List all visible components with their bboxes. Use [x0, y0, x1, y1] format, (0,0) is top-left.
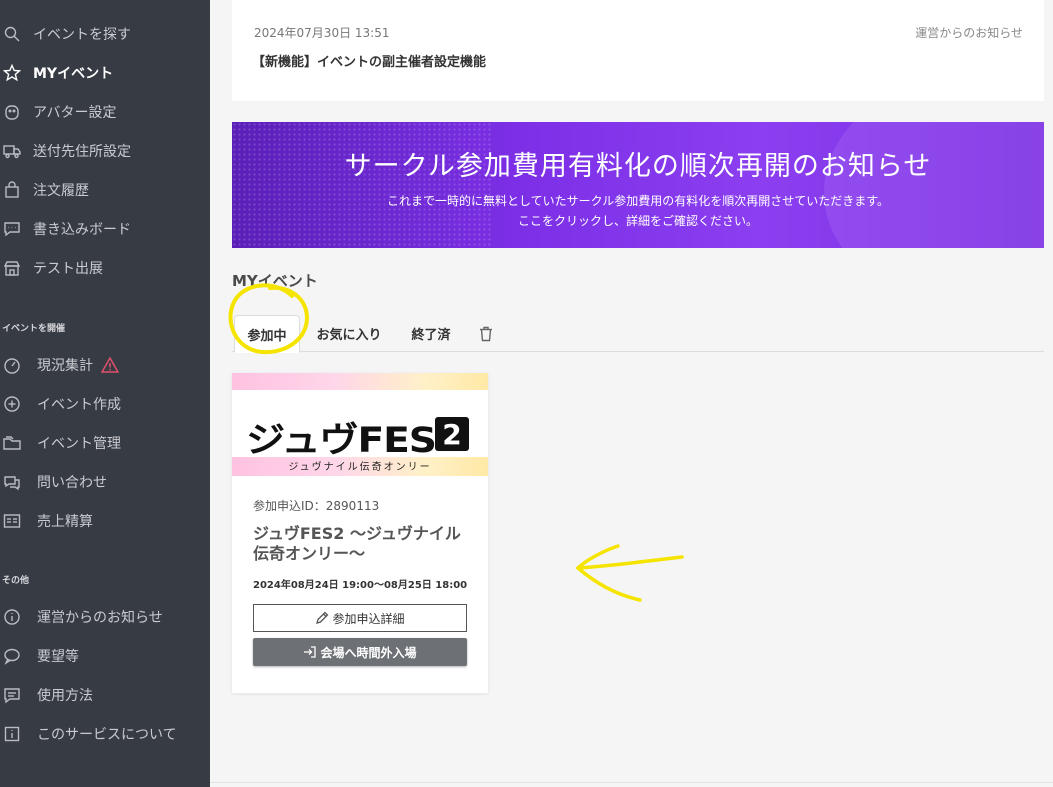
sidebar-item-label: 運営からのお知らせ: [37, 610, 163, 626]
truck-icon: [1, 140, 23, 162]
event-card[interactable]: ジュヴFES 2 ジュヴナイル伝奇オンリー 参加申込ID：2890113 ジュヴ…: [232, 373, 488, 693]
sidebar-item-label: MYイベント: [33, 66, 114, 82]
plus-circle-icon: [1, 393, 23, 415]
sidebar-item-label: イベント作成: [37, 397, 121, 413]
warning-icon: [100, 356, 120, 373]
speech-icon: [1, 645, 23, 667]
sidebar-item-about[interactable]: このサービスについて: [0, 717, 210, 751]
sidebar: イベントを探す MYイベント アバター設定 送付先住所設定 注文履歴 書き込みボ…: [0, 0, 210, 787]
sidebar-item-notices[interactable]: 運営からのお知らせ: [0, 600, 210, 634]
sidebar-item-label: 売上精算: [37, 514, 93, 530]
sidebar-item-label: 使用方法: [37, 688, 93, 704]
sidebar-item-label: テスト出展: [33, 261, 103, 277]
manual-icon: [1, 684, 23, 706]
entry-detail-button[interactable]: 参加申込詳細: [253, 604, 467, 632]
sidebar-item-label: 要望等: [37, 649, 79, 665]
sidebar-item-settlement[interactable]: 売上精算: [0, 504, 210, 538]
tab-favorites[interactable]: お気に入り: [308, 315, 390, 352]
tab-ended[interactable]: 終了済: [402, 315, 460, 352]
sidebar-item-board[interactable]: 書き込みボード: [0, 212, 210, 246]
search-icon: [1, 23, 23, 45]
event-logo-number: 2: [435, 417, 469, 451]
pen-icon: [315, 611, 329, 625]
tab-trash[interactable]: [472, 315, 502, 352]
entry-id: 参加申込ID：2890113: [253, 499, 380, 513]
event-banner-image[interactable]: ジュヴFES 2 ジュヴナイル伝奇オンリー: [232, 373, 488, 476]
event-logo-subtitle: ジュヴナイル伝奇オンリー: [288, 462, 432, 473]
sidebar-item-inquiry[interactable]: 問い合わせ: [0, 465, 210, 499]
sidebar-item-orders[interactable]: 注文履歴: [0, 173, 210, 207]
event-tabs: 参加中 お気に入り 終了済: [232, 315, 1044, 353]
sidebar-item-label: イベント管理: [37, 436, 121, 452]
my-events-heading: MYイベント: [232, 272, 318, 290]
sidebar-item-label: 書き込みボード: [33, 222, 131, 238]
avatar-icon: [1, 101, 23, 123]
notice-date: 2024年07月30日 13:51: [254, 26, 390, 40]
sidebar-item-label: 注文履歴: [33, 183, 89, 199]
event-logo-text: ジュヴFES: [246, 421, 437, 461]
folder-icon: [1, 432, 23, 454]
receipt-icon: [1, 510, 23, 532]
sidebar-item-label: アバター設定: [33, 105, 117, 121]
star-icon: [1, 62, 23, 84]
sidebar-item-find-events[interactable]: イベントを探す: [0, 17, 210, 51]
store-icon: [1, 257, 23, 279]
sign-in-icon: [303, 645, 317, 659]
info-icon: [1, 606, 23, 628]
sidebar-item-manage-events[interactable]: イベント管理: [0, 426, 210, 460]
question-chat-icon: [1, 471, 23, 493]
sidebar-item-test-exhibit[interactable]: テスト出展: [0, 251, 210, 285]
announcement-banner[interactable]: サークル参加費用有料化の順次再開のお知らせ これまで一時的に無料としていたサーク…: [232, 122, 1044, 248]
event-title[interactable]: ジュヴFES2 ～ジュヴナイル伝奇オンリー～: [253, 524, 473, 564]
section-label-other: その他: [2, 576, 30, 586]
sidebar-item-label: このサービスについて: [37, 727, 177, 743]
event-logo-area: ジュヴFES 2 ジュヴナイル伝奇オンリー: [232, 390, 488, 473]
arrow-head: [575, 544, 642, 602]
sidebar-item-label: イベントを探す: [33, 27, 131, 43]
sidebar-item-avatar[interactable]: アバター設定: [0, 95, 210, 129]
sidebar-item-my-events[interactable]: MYイベント: [0, 56, 210, 90]
event-date: 2024年08月24日 19:00～08月25日 18:00: [253, 580, 468, 591]
banner-pattern: [232, 122, 492, 248]
sidebar-item-address[interactable]: 送付先住所設定: [0, 134, 210, 168]
arrow-shaft: [576, 555, 684, 570]
notice-category: 運営からのお知らせ: [915, 26, 1023, 40]
banner-glow: [824, 122, 1044, 248]
trash-icon: [479, 326, 495, 342]
chat-icon: [1, 218, 23, 240]
entry-detail-label: 参加申込詳細: [332, 611, 405, 626]
sidebar-item-label: 送付先住所設定: [33, 144, 131, 160]
banner-text-line2: ここをクリックし、詳細をご確認ください。: [517, 214, 758, 228]
notice-title[interactable]: 【新機能】イベントの副主催者設定機能: [252, 51, 486, 70]
footer-divider: [210, 782, 1053, 783]
sidebar-item-label: 現況集計: [37, 358, 93, 374]
banner-text-line1: これまで一時的に無料としていたサークル参加費用の有料化を順次再開させていただきま…: [386, 194, 890, 208]
enter-venue-button[interactable]: 会場へ時間外入場: [253, 638, 467, 666]
section-label-host: イベントを開催: [2, 324, 66, 334]
sidebar-item-how-to[interactable]: 使用方法: [0, 678, 210, 712]
enter-venue-label: 会場へ時間外入場: [320, 645, 417, 660]
sidebar-item-label: 問い合わせ: [37, 475, 107, 491]
about-icon: [1, 723, 23, 745]
bag-icon: [1, 179, 23, 201]
sidebar-item-status[interactable]: 現況集計: [0, 348, 210, 382]
banner-title: サークル参加費用有料化の順次再開のお知らせ: [344, 151, 932, 182]
latest-notice[interactable]: 2024年07月30日 13:51 運営からのお知らせ 【新機能】イベントの副主…: [232, 0, 1044, 101]
sidebar-item-create-event[interactable]: イベント作成: [0, 387, 210, 421]
tab-participating[interactable]: 参加中: [234, 315, 300, 353]
gauge-icon: [1, 354, 23, 376]
sidebar-item-requests[interactable]: 要望等: [0, 639, 210, 673]
